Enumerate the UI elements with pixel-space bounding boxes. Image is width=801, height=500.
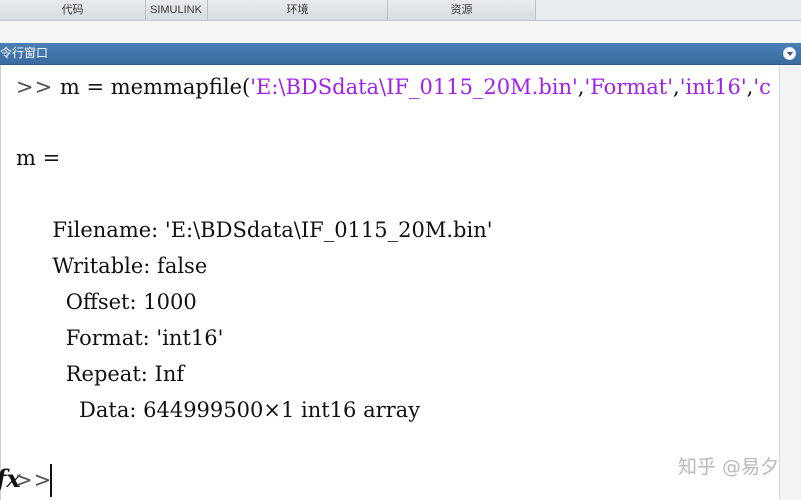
toolstrip-fill	[536, 0, 801, 20]
output-field-data: Data: 644999500×1 int16 array	[39, 398, 421, 422]
output-field-filename: Filename: 'E:\BDSdata\IF_0115_20M.bin'	[39, 218, 493, 242]
watermark: 知乎 @易夕	[677, 456, 779, 478]
output-field-format: Format: 'int16'	[39, 326, 224, 350]
prompt-symbol: >>	[15, 468, 53, 492]
output-field-offset: Offset: 1000	[39, 290, 197, 314]
command-window-titlebar: 令行窗口	[0, 43, 801, 65]
command-text: m = memmapfile(	[53, 75, 251, 99]
command-arg-format-value: 'int16'	[679, 75, 747, 99]
prompt-symbol: >>	[16, 75, 54, 99]
text-cursor	[50, 464, 52, 497]
matlab-window: 代码 SIMULINK 环境 资源 令行窗口 >> m = memmapfile…	[0, 0, 801, 500]
command-arg-truncated: 'c	[753, 75, 771, 99]
command-window[interactable]: >> m = memmapfile('E:\BDSdata\IF_0115_20…	[0, 65, 779, 500]
command-arg-filename: 'E:\BDSdata\IF_0115_20M.bin'	[250, 75, 578, 99]
command-arg-format-key: 'Format'	[584, 75, 674, 99]
toolstrip: 代码 SIMULINK 环境 资源	[0, 0, 801, 21]
command-window-title: 令行窗口	[0, 46, 49, 60]
bottom-prompt: >>	[15, 466, 52, 494]
output-variable-name: m =	[16, 146, 61, 170]
toolstrip-gap	[0, 21, 801, 43]
output-field-repeat: Repeat: Inf	[39, 362, 185, 386]
tab-simulink[interactable]: SIMULINK	[146, 0, 208, 20]
tab-environment[interactable]: 环境	[208, 0, 388, 20]
tab-code-label: 代码	[61, 3, 84, 16]
output-field-writable: Writable: false	[39, 254, 208, 278]
tab-code[interactable]: 代码	[0, 0, 146, 20]
command-comma: ,	[673, 75, 680, 99]
window-options-icon[interactable]	[783, 47, 796, 60]
command-line: >> m = memmapfile('E:\BDSdata\IF_0115_20…	[16, 73, 771, 101]
vertical-scrollbar[interactable]	[779, 65, 801, 500]
tab-resources[interactable]: 资源	[388, 0, 536, 20]
